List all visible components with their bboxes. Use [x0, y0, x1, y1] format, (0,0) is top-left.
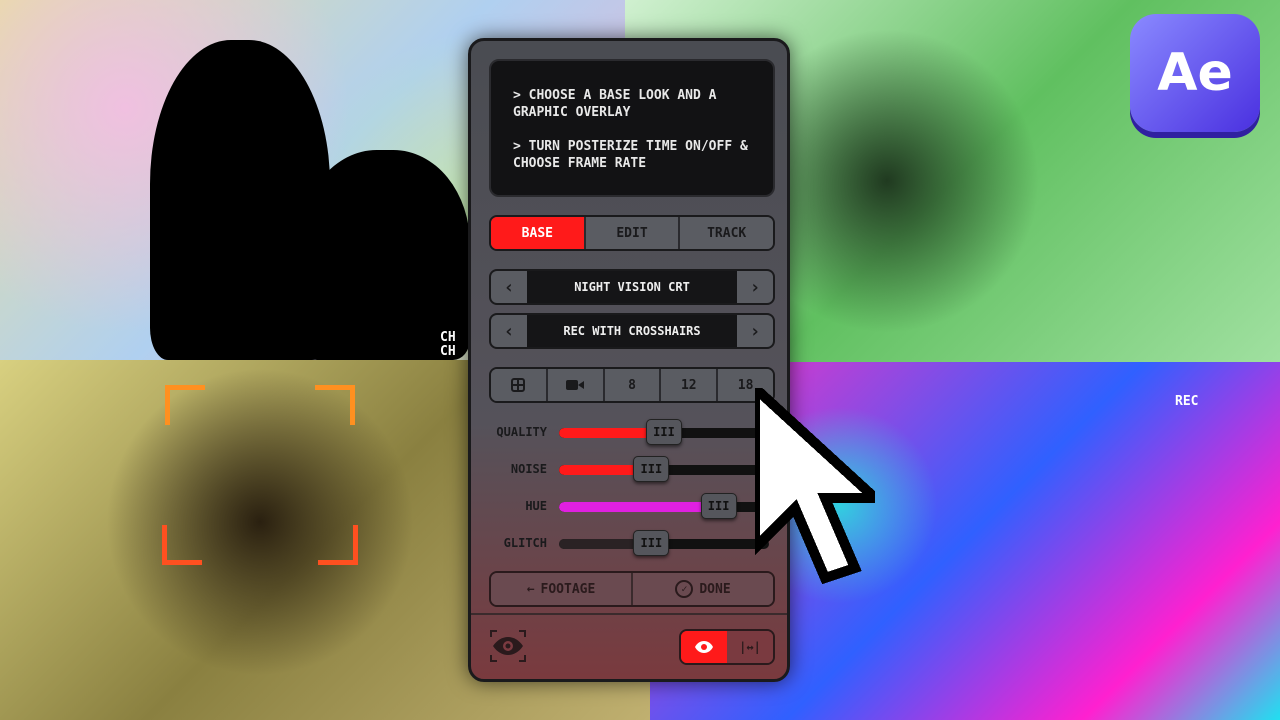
- instructions-display: > CHOOSE A BASE LOOK AND A GRAPHIC OVERL…: [489, 59, 775, 197]
- slider-handle[interactable]: III: [700, 493, 737, 519]
- footage-label: FOOTAGE: [540, 581, 596, 597]
- view-toggle: |↔|: [679, 629, 775, 665]
- slider-noise: NOISE III: [471, 456, 793, 482]
- action-bar: ← FOOTAGE ✓ DONE: [489, 571, 775, 607]
- preview-focus-button[interactable]: [489, 629, 527, 663]
- tab-base[interactable]: BASE: [491, 217, 586, 249]
- video-camera-icon: [566, 380, 585, 390]
- posterize-toggle-button[interactable]: [547, 369, 605, 401]
- done-button[interactable]: ✓ DONE: [633, 573, 773, 605]
- slider-label: HUE: [525, 499, 547, 513]
- footage-button[interactable]: ← FOOTAGE: [491, 573, 633, 605]
- check-circle-icon: ✓: [675, 580, 694, 598]
- next-overlay-button[interactable]: ›: [737, 315, 773, 347]
- fit-width-button[interactable]: |↔|: [727, 631, 773, 663]
- overlay-value: REC WITH CROSSHAIRS: [563, 324, 701, 338]
- grid-icon: [511, 378, 526, 392]
- slider-handle[interactable]: III: [646, 419, 682, 445]
- arrow-left-icon: ←: [526, 581, 535, 597]
- eye-toggle-button[interactable]: [681, 631, 727, 663]
- done-label: DONE: [699, 581, 731, 597]
- instruction-line: > CHOOSE A BASE LOOK AND A GRAPHIC OVERL…: [513, 88, 717, 120]
- mouse-cursor-icon: [755, 388, 875, 585]
- effect-control-panel: > CHOOSE A BASE LOOK AND A GRAPHIC OVERL…: [468, 38, 790, 682]
- slider-handle[interactable]: III: [633, 530, 670, 556]
- next-base-look-button[interactable]: ›: [737, 271, 773, 303]
- channel-label: CH: [440, 330, 456, 345]
- channel-label: CH: [440, 344, 456, 359]
- slider-label: QUALITY: [496, 425, 547, 439]
- prev-overlay-button[interactable]: ‹: [491, 315, 527, 347]
- frame-rate-12[interactable]: 12: [661, 369, 719, 401]
- mode-tabs: BASE EDIT TRACK: [489, 215, 775, 251]
- grid-button[interactable]: [491, 369, 548, 401]
- slider-handle[interactable]: III: [633, 456, 670, 482]
- divider: [471, 613, 787, 615]
- slider-track[interactable]: [559, 502, 769, 512]
- slider-label: GLITCH: [503, 536, 547, 550]
- base-look-value: NIGHT VISION CRT: [574, 280, 690, 294]
- slider-label: NOISE: [510, 462, 547, 476]
- tab-track[interactable]: TRACK: [680, 217, 773, 249]
- base-look-selector: ‹ NIGHT VISION CRT ›: [489, 269, 775, 305]
- frame-rate-8[interactable]: 8: [604, 369, 662, 401]
- tab-edit[interactable]: EDIT: [585, 217, 681, 249]
- slider-glitch: GLITCH III: [471, 530, 793, 556]
- prev-base-look-button[interactable]: ‹: [491, 271, 527, 303]
- slider-fill: [559, 502, 719, 512]
- slider-quality: QUALITY III: [471, 419, 793, 445]
- after-effects-logo: Ae: [1130, 14, 1260, 132]
- slider-hue: HUE III: [471, 493, 793, 519]
- overlay-selector: ‹ REC WITH CROSSHAIRS ›: [489, 313, 775, 349]
- instruction-line: > TURN POSTERIZE TIME ON/OFF & CHOOSE FR…: [513, 139, 748, 171]
- frame-rate-bar: 8 12 18: [489, 367, 775, 403]
- eye-focus-icon: [490, 630, 526, 662]
- eye-icon: [695, 641, 713, 653]
- rec-label: REC: [1175, 394, 1199, 409]
